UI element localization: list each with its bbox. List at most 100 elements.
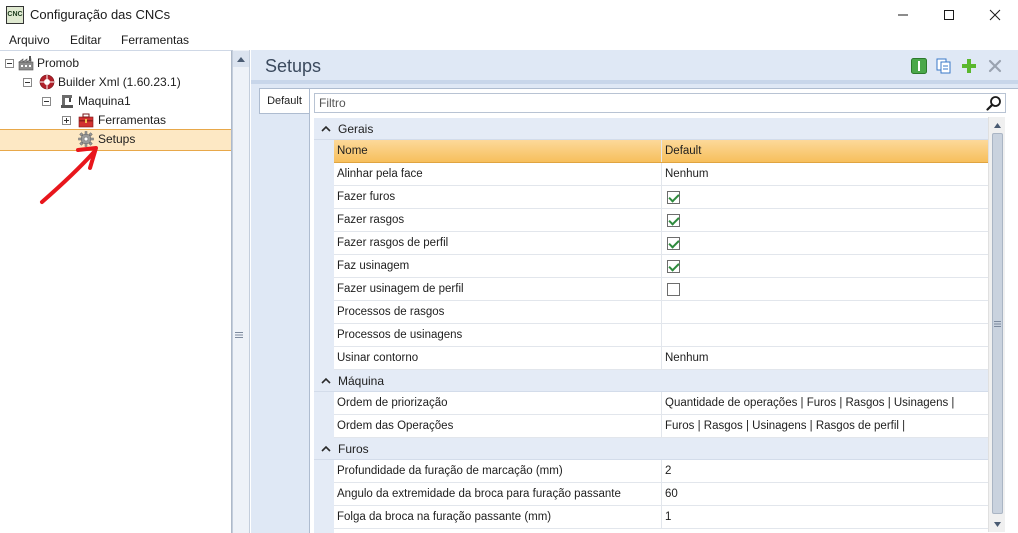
prop-value[interactable]: 2	[665, 465, 985, 477]
fazer-usinagem-perfil-checkbox[interactable]	[667, 283, 680, 296]
tree-node-promob[interactable]: Promob	[0, 54, 230, 72]
cell-separator	[661, 186, 662, 208]
tab-default[interactable]: Default	[259, 88, 309, 114]
prop-row-fazer-usinagem-perfil[interactable]: Fazer usinagem de perfil	[334, 278, 989, 301]
prop-name: Ordem de priorização	[337, 397, 448, 409]
prop-value[interactable]: Nenhum	[665, 168, 985, 180]
setups-panel: Setups Default Filtro Gerais Nome Defaul…	[251, 50, 1018, 533]
cell-separator	[661, 415, 662, 437]
factory-icon	[18, 56, 34, 71]
menu-ferramentas[interactable]: Ferramentas	[121, 33, 189, 47]
annotation-arrow-icon	[40, 146, 98, 204]
prop-value[interactable]: 60	[665, 488, 985, 500]
cell-separator	[661, 324, 662, 346]
collapse-icon[interactable]	[5, 59, 14, 68]
faz-usinagem-checkbox[interactable]	[667, 260, 680, 273]
prop-name: Ordem das Operações	[337, 420, 454, 432]
search-button[interactable]	[985, 95, 1003, 111]
cell-separator	[661, 483, 662, 505]
chevron-up-icon[interactable]	[320, 122, 332, 134]
filter-input[interactable]	[319, 96, 979, 110]
prop-row-ordem-operacoes[interactable]: Ordem das Operações Furos | Rasgos | Usi…	[334, 415, 989, 438]
prop-row-angulo-broca[interactable]: Ângulo da extremidade da broca para fura…	[334, 483, 989, 506]
expand-icon[interactable]	[62, 116, 71, 125]
category-maquina[interactable]: Máquina	[314, 370, 989, 392]
category-furos[interactable]: Furos	[314, 438, 989, 460]
prop-value[interactable]: Quantidade de operações | Furos | Rasgos…	[665, 397, 985, 409]
maximize-button[interactable]	[926, 0, 972, 30]
prop-row-processos-rasgos[interactable]: Processos de rasgos	[334, 301, 989, 324]
add-button[interactable]	[960, 57, 978, 75]
cell-separator	[661, 506, 662, 528]
grip-icon	[235, 332, 243, 338]
toolbox-icon	[78, 113, 94, 128]
fazer-furos-checkbox[interactable]	[667, 191, 680, 204]
chevron-up-icon[interactable]	[320, 374, 332, 386]
fazer-rasgos-perfil-checkbox[interactable]	[667, 237, 680, 250]
cell-separator	[661, 301, 662, 323]
cell-separator	[661, 460, 662, 482]
cell-separator	[661, 163, 662, 185]
prop-row-profundidade-marcacao[interactable]: Profundidade da furação de marcação (mm)…	[334, 460, 989, 483]
panel-title: Setups	[265, 56, 322, 76]
scroll-thumb[interactable]	[992, 133, 1003, 514]
menu-editar[interactable]: Editar	[70, 33, 101, 47]
prop-row-processos-usinagens[interactable]: Processos de usinagens	[334, 324, 989, 347]
cell-separator	[661, 255, 662, 277]
app-icon: CNC	[6, 6, 24, 24]
prop-value[interactable]: Nenhum	[665, 352, 985, 364]
prop-name: Folga da broca na furação passante (mm)	[337, 511, 552, 523]
prop-row-fazer-rasgos-perfil[interactable]: Fazer rasgos de perfil	[334, 232, 989, 255]
close-icon	[988, 59, 1002, 73]
tree-label-builder: Builder Xml (1.60.23.1)	[58, 75, 181, 89]
minimize-button[interactable]	[880, 0, 926, 30]
scroll-up-button[interactable]	[989, 117, 1006, 133]
prop-row-usinar-contorno[interactable]: Usinar contorno Nenhum	[334, 347, 989, 370]
prop-row-folga-broca[interactable]: Folga da broca na furação passante (mm) …	[334, 506, 989, 529]
triangle-up-icon	[994, 122, 1001, 128]
prop-name: Processos de usinagens	[337, 329, 463, 341]
prop-name: Fazer rasgos	[337, 214, 405, 226]
delete-button[interactable]	[986, 57, 1004, 75]
filter-box[interactable]	[314, 93, 1006, 113]
minimize-icon	[898, 14, 908, 16]
copy-icon	[936, 58, 951, 74]
prop-row-ordem-priorizacao[interactable]: Ordem de priorização Quantidade de opera…	[334, 392, 989, 415]
tree-node-ferramentas[interactable]: Ferramentas	[0, 111, 230, 129]
fazer-rasgos-checkbox[interactable]	[667, 214, 680, 227]
vertical-scrollbar[interactable]	[988, 117, 1005, 532]
property-grid: Gerais Nome Default Alinhar pela face Ne…	[314, 118, 989, 533]
prop-row-alinhar-face[interactable]: Alinhar pela face Nenhum	[334, 163, 989, 186]
prop-name: Faz usinagem	[337, 260, 410, 272]
header-separator	[661, 140, 662, 162]
chevron-up-icon[interactable]	[320, 442, 332, 454]
pane-splitter[interactable]	[232, 50, 250, 533]
prop-row-fazer-rasgos[interactable]: Fazer rasgos	[334, 209, 989, 232]
maximize-icon	[944, 10, 954, 20]
prop-row-fazer-furos[interactable]: Fazer furos	[334, 186, 989, 209]
prop-name: Alinhar pela face	[337, 168, 423, 180]
category-label: Gerais	[338, 122, 374, 136]
category-gerais[interactable]: Gerais	[314, 118, 989, 140]
collapse-icon[interactable]	[42, 97, 51, 106]
prop-value[interactable]: Furos | Rasgos | Usinagens | Rasgos de p…	[665, 420, 985, 432]
title-bar: CNC Configuração das CNCs	[0, 0, 1018, 30]
prop-value[interactable]: 1	[665, 511, 985, 523]
collapse-icon[interactable]	[23, 78, 32, 87]
tree-node-maquina1[interactable]: Maquina1	[0, 92, 230, 110]
add-icon	[962, 59, 976, 73]
grid-header: Nome Default	[334, 140, 989, 163]
copy-button[interactable]	[935, 57, 953, 75]
scroll-down-button[interactable]	[989, 516, 1006, 532]
info-button[interactable]	[910, 57, 928, 75]
close-window-button[interactable]	[972, 0, 1018, 30]
tree-node-builder[interactable]: Builder Xml (1.60.23.1)	[0, 73, 230, 91]
prop-name: Profundidade da furação de marcação (mm)	[337, 465, 563, 477]
menu-arquivo[interactable]: Arquivo	[9, 33, 50, 47]
tree-node-setups[interactable]: Setups	[0, 130, 230, 148]
panel-divider	[251, 80, 1018, 84]
splitter-collapse-button[interactable]	[233, 51, 249, 67]
tree-label-maquina1: Maquina1	[78, 94, 131, 108]
prop-row-faz-usinagem[interactable]: Faz usinagem	[334, 255, 989, 278]
header-name: Nome	[337, 145, 368, 157]
